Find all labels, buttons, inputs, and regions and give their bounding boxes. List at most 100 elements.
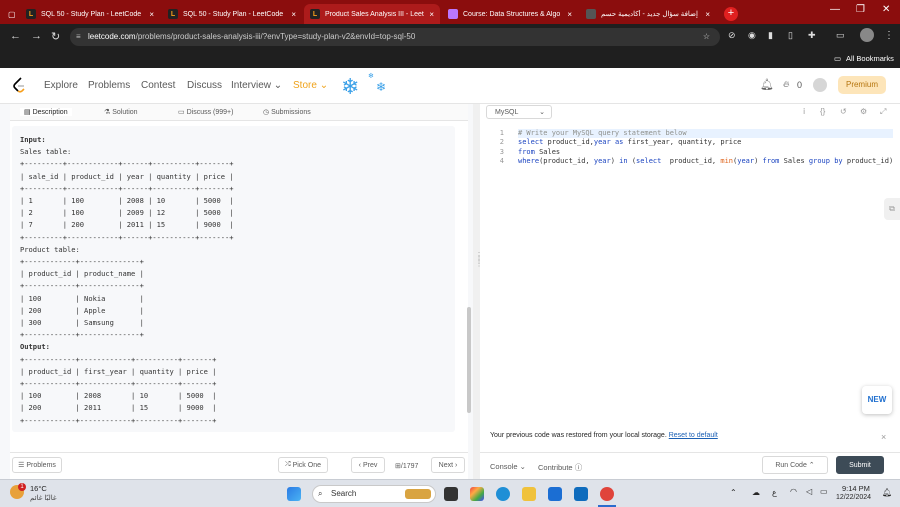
tab-discuss[interactable]: ▭ Discuss (999+) [178,108,233,116]
browser-tab[interactable]: Course: Data Structures & Algo × [442,4,578,24]
weather-temp: 16°C [30,484,47,493]
nav-problems[interactable]: Problems [88,80,130,91]
reload-icon[interactable]: ↻ [51,30,60,43]
taskbar-search[interactable]: ⌕ Search [312,485,436,503]
reset-to-default-link[interactable]: Reset to default [669,432,718,439]
cloud-icon[interactable]: ☁ [752,488,760,497]
fire-icon[interactable]: 🔥︎ [783,79,790,90]
close-icon[interactable]: × [567,10,572,19]
bell-icon[interactable]: 🔔︎ [882,488,892,497]
avatar[interactable] [813,78,827,92]
next-button[interactable]: Next › [431,457,465,473]
maximize-icon[interactable]: ❐ [856,4,865,15]
battery-icon[interactable]: ▭ [820,487,828,496]
sales-table: +---------+------------+------+---------… [20,159,234,242]
nav-store[interactable]: Store ⌄ [293,80,328,91]
nav-discuss[interactable]: Discuss [187,80,222,91]
extension-icon[interactable]: ⊘ [728,30,736,41]
notification-badge: 1 [18,483,26,491]
description-scrollbar[interactable] [467,307,471,413]
extension-icon[interactable]: ▮ [768,30,773,41]
editor-panel: MySQL ⌄ ⅰ {} ↺ ⚙ ⤢ 1 2 3 4 # Write your … [480,104,900,479]
nav-explore[interactable]: Explore [44,80,78,91]
submit-button[interactable]: Submit [836,456,884,474]
edge-icon[interactable] [496,487,510,501]
url-field[interactable]: ≡ leetcode.com/problems/product-sales-an… [70,28,720,46]
doc-icon: ▤ [24,109,31,116]
profile-avatar[interactable] [860,28,874,42]
panel-resize-handle[interactable]: ⋮ ⋮ ⋮ [473,104,483,479]
code-line: # Write your MySQL query statement below [518,129,894,139]
site-info-icon[interactable]: ≡ [76,28,81,46]
browser-tab-active[interactable]: L Product Sales Analysis III - Leet × [304,4,440,24]
all-bookmarks-link[interactable]: All Bookmarks [846,54,894,63]
code-line: select product_id,year as first_year, qu… [518,138,742,147]
bookmark-star-icon[interactable]: ☆ [703,28,710,46]
browser-tab[interactable]: إضافة سؤال جديد - أكاديمية حسم × [580,4,716,24]
info-icon[interactable]: ⅰ [803,107,805,116]
chevron-up-icon[interactable]: ⌃ [730,488,737,497]
braces-icon[interactable]: {} [820,107,825,116]
close-window-icon[interactable]: ✕ [882,4,890,15]
tab-solution[interactable]: ⚗ Solution [104,108,138,116]
speaker-icon[interactable]: ◁ [806,487,812,496]
contribute-link[interactable]: Contribute ⓘ [538,462,582,473]
clock-date[interactable]: 12/22/2024 [836,494,871,501]
copilot-icon[interactable] [470,487,484,501]
bell-icon[interactable]: 🔔︎ [760,78,774,91]
next-label: Next [438,461,454,469]
extension-icon[interactable]: ▯ [788,30,793,41]
close-icon[interactable]: × [291,10,296,19]
close-icon[interactable]: × [881,432,886,442]
minimize-icon[interactable]: — [830,4,840,15]
task-view-icon[interactable] [444,487,458,501]
leetcode-logo-icon[interactable] [12,77,26,93]
tab-actions[interactable]: ▢ [2,4,18,24]
sidebar-icon[interactable]: ▭ [836,30,845,41]
outlook-icon[interactable] [574,487,588,501]
code-editor[interactable]: 1 2 3 4 # Write your MySQL query stateme… [480,128,900,428]
back-icon[interactable]: ← [10,30,21,42]
output-table: +------------+------------+----------+--… [20,354,217,425]
language-indicator[interactable]: ع [772,488,777,497]
language-select[interactable]: MySQL ⌄ [486,105,552,119]
close-icon[interactable]: × [705,10,710,19]
console-toggle[interactable]: Console ⌄ [490,462,526,471]
nav-store-label: Store [293,80,317,91]
browser-tab[interactable]: L SQL 50 - Study Plan - LeetCode × [162,4,302,24]
fullscreen-icon[interactable]: ⤢ [880,107,886,117]
store-icon[interactable] [548,487,562,501]
tab-discuss-label: Discuss (999+) [186,109,234,116]
puzzle-icon[interactable]: ✚ [808,30,816,41]
camera-icon[interactable]: ◉ [748,30,756,41]
snowflake-icon: ❄ [368,73,374,80]
reset-icon[interactable]: ↺ [840,107,847,116]
tab-description[interactable]: ▤ Description [20,108,72,116]
menu-kebab-icon[interactable]: ⋮ [884,30,894,41]
tab-submissions[interactable]: ◷ Submissions [263,108,311,116]
settings-icon[interactable]: ⚙ [860,107,867,116]
premium-button[interactable]: Premium [838,76,886,94]
wifi-icon[interactable]: ◠ [790,487,797,496]
windows-start-icon[interactable] [287,487,301,501]
pick-one-button[interactable]: ⤮ Pick One [278,457,328,473]
feedback-side-tab[interactable]: ⧉ [884,198,900,220]
prev-button[interactable]: ‹ Prev [351,457,385,473]
new-feature-badge[interactable]: NEW [862,386,892,414]
snowflake-icon: ❄ [376,80,387,94]
browser-tab[interactable]: L SQL 50 - Study Plan - LeetCode × [20,4,160,24]
line-number: 3 [499,147,504,156]
new-tab-button[interactable]: + [724,7,738,21]
nav-interview[interactable]: Interview ⌄ [231,80,282,91]
clock-time[interactable]: 9:14 PM [842,484,870,493]
forward-icon[interactable]: → [31,30,42,42]
close-icon[interactable]: × [149,10,154,19]
file-explorer-icon[interactable] [522,487,536,501]
chevron-down-icon: ⌄ [519,462,526,471]
nav-contest[interactable]: Contest [141,80,175,91]
close-icon[interactable]: × [429,10,434,19]
problems-list-button[interactable]: ☰ Problems [12,457,62,473]
chrome-icon[interactable] [600,487,614,501]
run-code-button[interactable]: Run Code ⌃ [762,456,828,474]
problem-panel: ▤ Description ⚗ Solution ▭ Discuss (999+… [10,104,471,479]
